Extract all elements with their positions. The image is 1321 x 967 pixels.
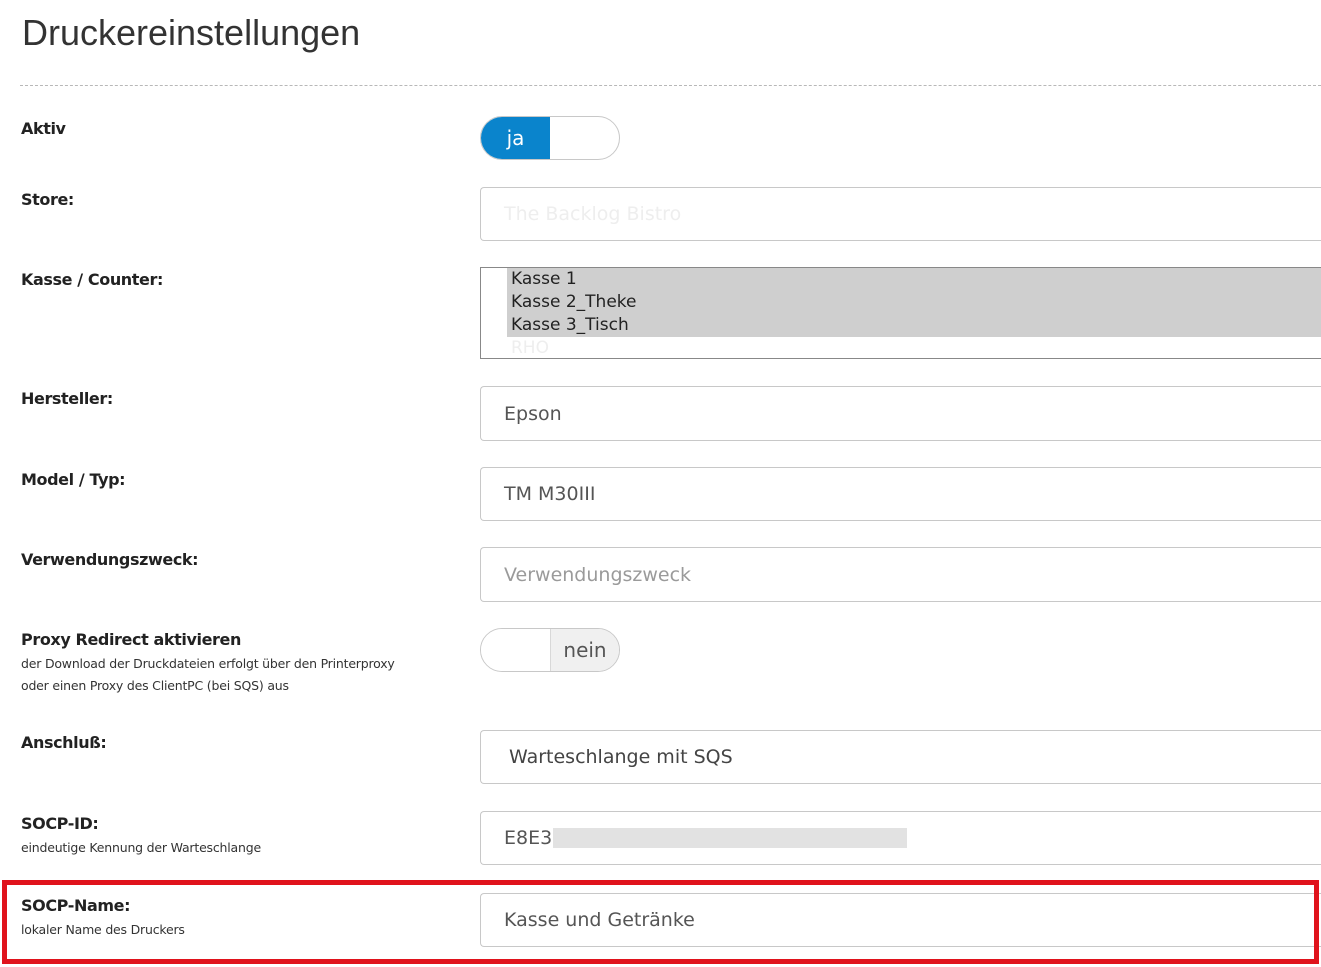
verwendungszweck-label: Verwendungszweck:	[21, 550, 199, 569]
proxy-toggle[interactable]: nein	[480, 628, 620, 672]
store-select[interactable]: The Backlog Bistro	[480, 187, 1321, 241]
highlight-box	[2, 880, 1319, 964]
proxy-toggle-off: nein	[550, 629, 619, 671]
proxy-toggle-knob	[481, 629, 550, 671]
model-label: Model / Typ:	[21, 470, 126, 489]
kasse-option[interactable]: Kasse 3_Tisch	[507, 314, 1321, 337]
proxy-hint-line2: oder einen Proxy des ClientPC (bei SQS) …	[21, 678, 289, 693]
kasse-option[interactable]: Kasse 1	[507, 268, 1321, 291]
anschluss-select[interactable]: Warteschlange mit SQS	[480, 730, 1321, 784]
socp-id-hint: eindeutige Kennung der Warteschlange	[21, 840, 261, 855]
store-label: Store:	[21, 190, 74, 209]
verwendungszweck-input[interactable]: Verwendungszweck	[480, 547, 1321, 602]
anschluss-label: Anschluß:	[21, 733, 107, 752]
proxy-label: Proxy Redirect aktivieren	[21, 630, 241, 649]
aktiv-label: Aktiv	[21, 119, 66, 138]
aktiv-toggle[interactable]: ja	[480, 116, 620, 160]
aktiv-toggle-on: ja	[481, 117, 550, 159]
socp-id-input[interactable]: E8E3	[480, 811, 1321, 865]
kasse-option[interactable]: RHO	[507, 337, 1321, 358]
hersteller-label: Hersteller:	[21, 389, 113, 408]
hersteller-input[interactable]: Epson	[480, 386, 1321, 441]
redacted-bar	[553, 828, 908, 848]
kasse-option[interactable]: Kasse 2_Theke	[507, 291, 1321, 314]
socp-id-value: E8E3	[504, 827, 553, 849]
model-input[interactable]: TM M30III	[480, 467, 1321, 521]
kasse-label: Kasse / Counter:	[21, 270, 163, 289]
socp-id-label: SOCP-ID:	[21, 814, 99, 833]
title-divider	[20, 85, 1321, 86]
proxy-hint-line1: der Download der Druckdateien erfolgt üb…	[21, 656, 395, 671]
kasse-listbox[interactable]: Kasse 1 Kasse 2_Theke Kasse 3_Tisch RHO	[480, 267, 1321, 359]
page-title: Druckereinstellungen	[22, 12, 361, 53]
